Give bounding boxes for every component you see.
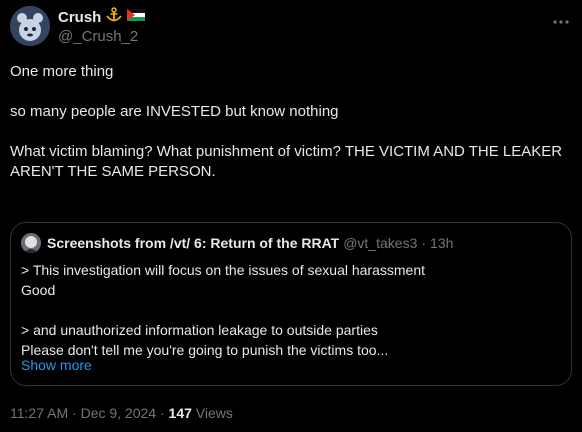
tweet-line: One more thing: [10, 63, 114, 80]
author-name-row: Crush: [58, 6, 146, 28]
quoted-author-name: Screenshots from /vt/ 6: Return of the R…: [47, 235, 340, 251]
tweet-line: so many people are INVESTED but know not…: [10, 103, 339, 120]
views-count: 147: [168, 405, 192, 421]
author-handle[interactable]: @_Crush_2: [58, 28, 138, 45]
tweet-line: What victim blaming? What punishment of …: [10, 143, 563, 180]
author-avatar[interactable]: [10, 6, 50, 46]
quoted-line: Good: [21, 282, 56, 298]
separator-dot: ·: [72, 405, 77, 421]
quoted-author-avatar: [21, 233, 41, 253]
quoted-time: 13h: [430, 235, 454, 251]
author-display-name[interactable]: Crush: [58, 9, 101, 26]
palestine-flag-icon: [127, 8, 146, 26]
more-options-icon[interactable]: [552, 12, 570, 28]
tweet-text: One more thing so many people are INVEST…: [10, 62, 575, 182]
separator-dot: ·: [159, 405, 165, 421]
tweet-time[interactable]: 11:27 AM: [10, 405, 68, 421]
tweet-date[interactable]: Dec 9, 2024: [81, 405, 157, 421]
quoted-line: Please don't tell me you're going to pun…: [21, 342, 389, 358]
quoted-tweet-text: > This investigation will focus on the i…: [21, 260, 561, 360]
quoted-tweet-header: Screenshots from /vt/ 6: Return of the R…: [21, 233, 453, 253]
anchor-emoji-icon: [105, 6, 123, 28]
quoted-line: > This investigation will focus on the i…: [21, 262, 426, 278]
views-label: Views: [195, 405, 233, 421]
tweet-footer: 11:27 AM · Dec 9, 2024 · 147 Views: [10, 405, 233, 421]
separator-dot: ·: [421, 235, 427, 251]
quoted-author-handle: @vt_takes3: [343, 235, 418, 251]
show-more-link[interactable]: Show more: [21, 357, 92, 373]
quoted-tweet[interactable]: Screenshots from /vt/ 6: Return of the R…: [10, 222, 572, 386]
quoted-line: > and unauthorized information leakage t…: [21, 322, 378, 338]
